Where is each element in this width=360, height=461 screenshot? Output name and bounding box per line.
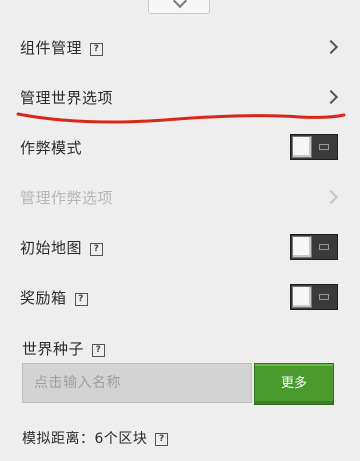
cheats-label: 作弊模式 <box>20 138 83 157</box>
simulation-distance-label: 模拟距离：6个区块? <box>22 428 169 448</box>
cheats-toggle[interactable] <box>290 134 338 160</box>
toggle-indicator <box>319 294 329 300</box>
help-icon[interactable]: ? <box>74 292 88 306</box>
collapse-tab[interactable] <box>148 0 210 14</box>
toggle-knob <box>292 286 312 308</box>
toggle-indicator <box>319 144 329 150</box>
chevron-right-icon <box>323 39 339 55</box>
chevron-down-icon <box>172 0 188 9</box>
toggle-knob <box>292 136 312 158</box>
cheat-options-row: 管理作弊选项 <box>0 177 360 217</box>
seed-title: 世界种子? <box>22 338 106 359</box>
world-options-row[interactable]: 管理世界选项 <box>0 77 360 117</box>
bonus-chest-toggle[interactable] <box>290 284 338 310</box>
starting-map-toggle[interactable] <box>290 234 338 260</box>
world-options-label: 管理世界选项 <box>20 88 114 107</box>
bonus-chest-row: 奖励箱? <box>0 277 360 317</box>
help-icon[interactable]: ? <box>90 242 104 256</box>
help-icon[interactable]: ? <box>155 433 169 446</box>
bonus-chest-label: 奖励箱? <box>20 287 88 308</box>
chevron-right-icon <box>323 89 339 105</box>
help-icon[interactable]: ? <box>90 42 104 56</box>
seed-input[interactable]: 点击输入名称 <box>22 363 252 403</box>
cheat-options-label: 管理作弊选项 <box>20 188 114 207</box>
help-icon[interactable]: ? <box>92 344 106 357</box>
toggle-indicator <box>319 244 329 250</box>
components-label: 组件管理? <box>20 37 104 58</box>
more-button[interactable]: 更多 <box>254 363 334 405</box>
starting-map-row: 初始地图? <box>0 227 360 267</box>
toggle-knob <box>292 236 312 258</box>
components-row[interactable]: 组件管理? <box>0 27 360 67</box>
starting-map-label: 初始地图? <box>20 237 104 258</box>
chevron-right-icon <box>323 189 339 205</box>
cheats-row: 作弊模式 <box>0 127 360 167</box>
